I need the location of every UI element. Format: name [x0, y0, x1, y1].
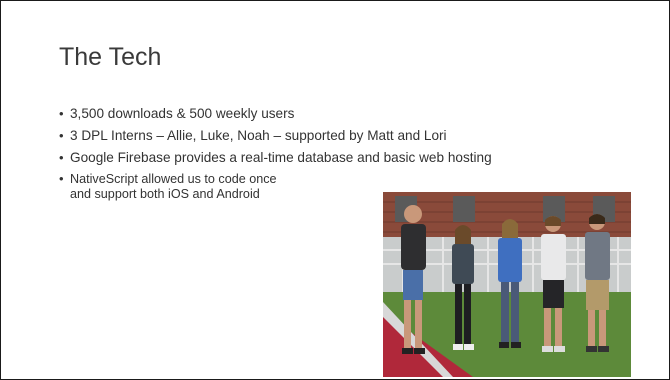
team-photo [383, 192, 631, 377]
bullet-dot-icon: • [59, 150, 64, 165]
bullet-dot-icon: • [59, 171, 64, 186]
bullet-item: • 3 DPL Interns – Allie, Luke, Noah – su… [59, 128, 659, 144]
slide-title: The Tech [59, 43, 162, 71]
bullet-text: Google Firebase provides a real-time dat… [70, 150, 492, 165]
bullet-text: 3,500 downloads & 500 weekly users [70, 106, 295, 121]
bullet-item: • 3,500 downloads & 500 weekly users [59, 106, 659, 122]
bullet-dot-icon: • [59, 128, 64, 143]
bullet-text-line-1: NativeScript allowed us to code once [70, 172, 277, 186]
bullet-item: • Google Firebase provides a real-time d… [59, 150, 659, 166]
bullet-text: 3 DPL Interns – Allie, Luke, Noah – supp… [70, 128, 447, 143]
team-photo-image [383, 192, 631, 377]
slide: The Tech • 3,500 downloads & 500 weekly … [0, 0, 670, 380]
bullet-dot-icon: • [59, 106, 64, 121]
